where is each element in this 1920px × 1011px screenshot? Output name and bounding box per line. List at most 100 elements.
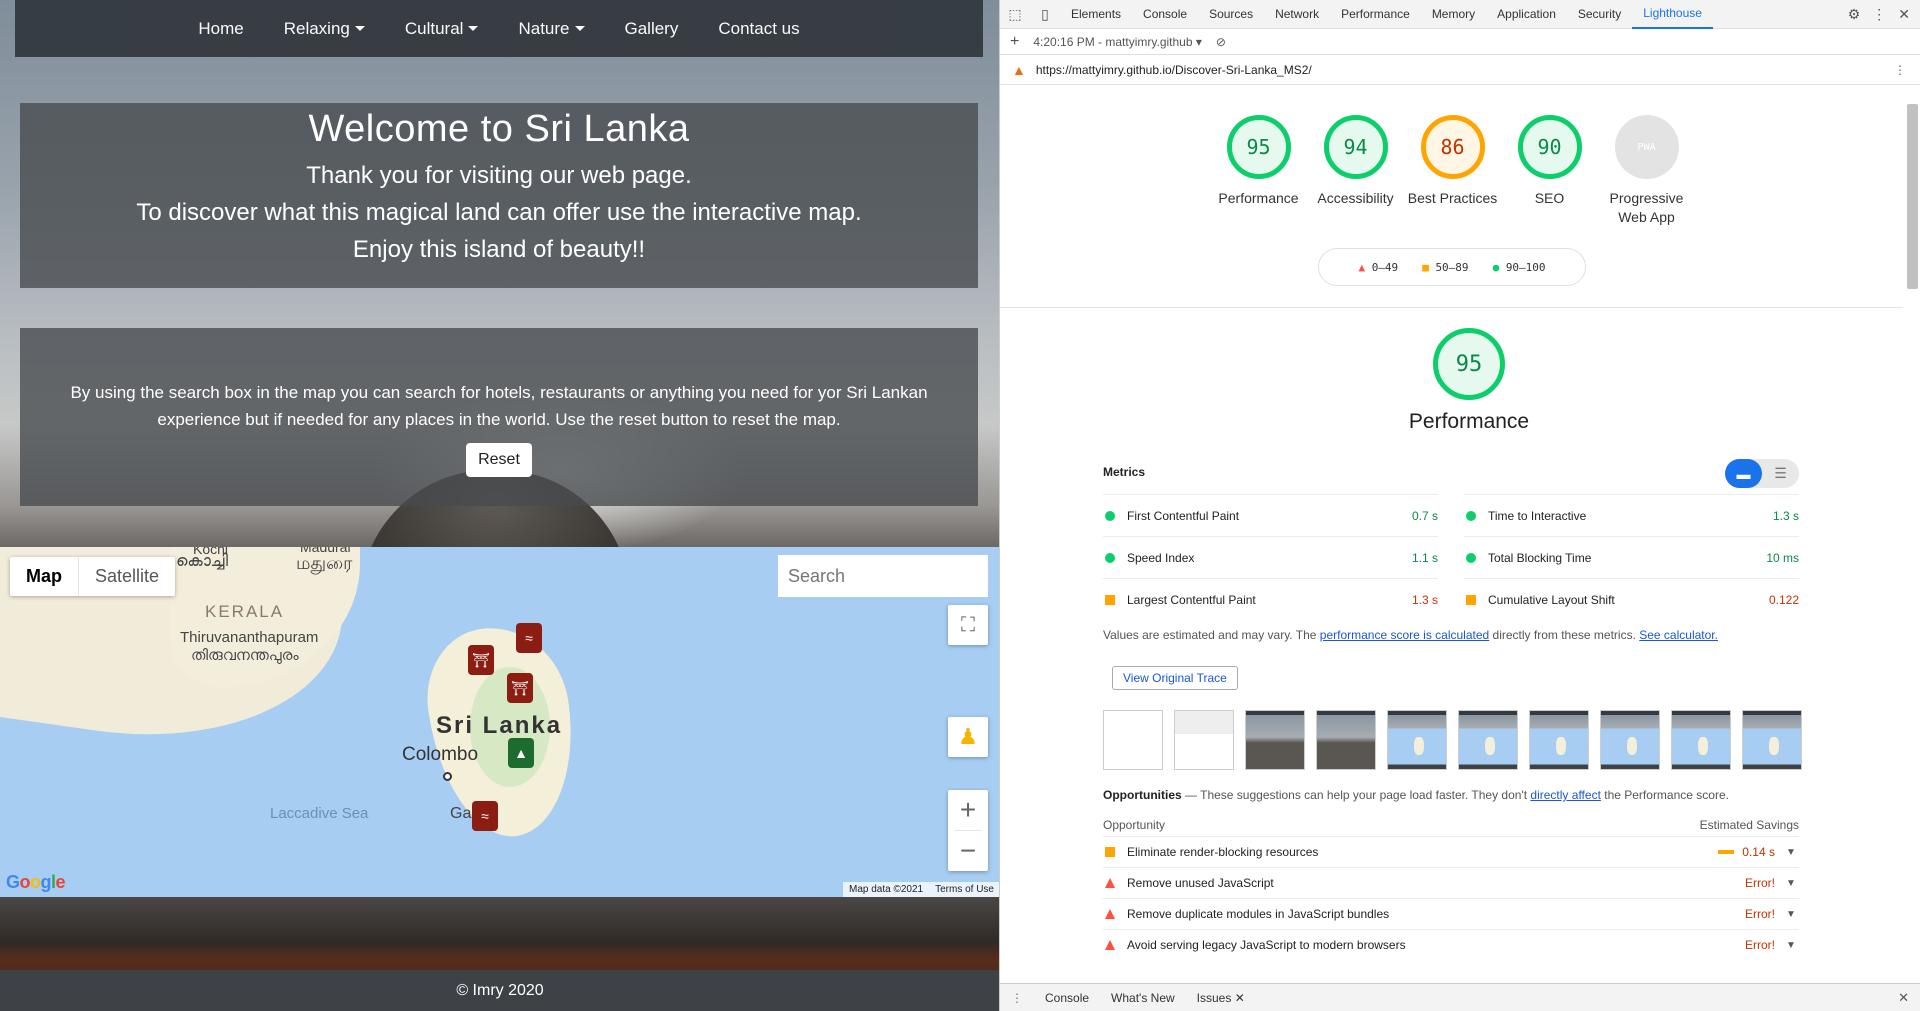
directly-affect-link[interactable]: directly affect [1530, 788, 1600, 802]
nav-nature-dropdown[interactable]: Nature [498, 19, 604, 39]
site-navbar: Home Relaxing Cultural Nature Gallery Co… [15, 0, 983, 57]
devtools-tab-elements[interactable]: Elements [1060, 0, 1132, 29]
lighthouse-icon: ▲ [1012, 61, 1026, 78]
opportunity-row[interactable]: Remove duplicate modules in JavaScript b… [1103, 898, 1799, 929]
google-map[interactable]: Kochi കൊച്ചി Madurai மதுரை KERALA Thiruv… [0, 547, 1000, 897]
opportunity-row[interactable]: Remove unused JavaScript Error! ▼ [1103, 867, 1799, 898]
devtools-tabbar: ⬚ ▯ Elements Console Sources Network Perform… [1000, 0, 1920, 29]
metric-row: Largest Contentful Paint 1.3 s [1103, 578, 1438, 620]
devtools-drawer: ⋮ Console What's New Issues ✕ ✕ [1000, 983, 1920, 1011]
report-menu-icon[interactable]: ⋮ [1894, 63, 1920, 77]
map-terms-link[interactable]: Terms of Use [935, 884, 994, 895]
report-selector[interactable]: 4:20:16 PM - mattyimry.github ▾ [1033, 35, 1202, 49]
metric-label: First Contentful Paint [1127, 508, 1240, 523]
score-label: Accessibility [1317, 190, 1394, 206]
drawer-tab-console[interactable]: Console [1034, 991, 1100, 1005]
devtools-tab-memory[interactable]: Memory [1421, 0, 1486, 29]
map-label-colombo: Colombo [402, 744, 479, 765]
opportunity-savings: Error! [1745, 907, 1775, 921]
nav-cultural-dropdown[interactable]: Cultural [385, 19, 499, 39]
devtools-tab-console[interactable]: Console [1132, 0, 1198, 29]
drawer-menu-icon[interactable]: ⋮ [1000, 991, 1034, 1005]
close-drawer-icon[interactable]: ✕ [1898, 990, 1920, 1006]
welcome-line-2: To discover what this magical land can o… [136, 199, 862, 226]
map-marker-nature[interactable]: ▲ [508, 738, 534, 768]
website-viewport: Home Relaxing Cultural Nature Gallery Co… [0, 0, 1000, 1011]
drawer-tab-whats-new[interactable]: What's New [1100, 991, 1186, 1005]
filmstrip-frame [1245, 710, 1305, 770]
pass-circle-icon: ● [1492, 260, 1500, 274]
devtools-tab-performance[interactable]: Performance [1330, 0, 1421, 29]
map-type-map-button[interactable]: Map [10, 557, 79, 596]
devtools-tab-security[interactable]: Security [1567, 0, 1632, 29]
map-marker-beach[interactable]: ≈ [516, 623, 542, 653]
metric-status-icon [1466, 510, 1476, 521]
score-gauge-seo[interactable]: 90 SEO [1501, 115, 1598, 227]
opportunity-savings: Error! [1745, 876, 1775, 890]
score-gauge-best-practices[interactable]: 86 Best Practices [1404, 115, 1501, 227]
map-marker-temple[interactable]: ⛩ [468, 645, 494, 675]
filmstrip-frame [1387, 710, 1447, 770]
report-url[interactable]: https://mattyimry.github.io/Discover-Sri… [1036, 63, 1312, 77]
zoom-in-icon[interactable]: + [948, 790, 988, 830]
chevron-down-icon[interactable]: ▼ [1783, 909, 1799, 920]
fullscreen-icon[interactable]: ⛶ [948, 605, 988, 645]
device-toolbar-icon[interactable]: ▯ [1030, 6, 1060, 23]
filmstrip-frame [1742, 710, 1802, 770]
performance-score-ring: 95 [1433, 328, 1505, 400]
clear-reports-icon[interactable]: ⊘ [1216, 35, 1226, 49]
devtools-tab-lighthouse[interactable]: Lighthouse [1632, 0, 1713, 29]
settings-gear-icon[interactable]: ⚙ [1848, 6, 1861, 23]
opportunities-list: Eliminate render-blocking resources 0.14 … [1103, 836, 1799, 960]
score-gauge-progressive-web-app[interactable]: PWA Progressive Web App [1598, 115, 1695, 227]
metric-value: 1.3 s [1411, 592, 1438, 607]
score-gauge-performance[interactable]: 95 Performance [1210, 115, 1307, 227]
inspect-element-icon[interactable]: ⬚ [1000, 6, 1030, 23]
score-calculated-link[interactable]: performance score is calculated [1320, 628, 1489, 642]
fail-triangle-icon [1105, 940, 1115, 950]
metric-label: Total Blocking Time [1488, 550, 1592, 565]
metric-value: 1.1 s [1411, 550, 1438, 565]
map-type-satellite-button[interactable]: Satellite [79, 557, 175, 596]
chevron-down-icon[interactable]: ▼ [1783, 847, 1799, 858]
expanded-view-icon[interactable]: ☰ [1762, 459, 1799, 488]
map-marker-beach[interactable]: ≈ [472, 801, 498, 831]
caret-down-icon [574, 25, 585, 31]
close-devtools-icon[interactable]: ✕ [1898, 6, 1910, 23]
report-scrollbar[interactable] [1907, 104, 1918, 289]
filmstrip-frame [1600, 710, 1660, 770]
score-ring: 95 [1226, 115, 1291, 179]
zoom-out-icon[interactable]: − [948, 831, 988, 871]
new-report-icon[interactable]: + [1010, 33, 1019, 51]
view-original-trace-button[interactable]: View Original Trace [1112, 666, 1238, 690]
map-search-input[interactable] [778, 555, 988, 597]
devtools-tab-network[interactable]: Network [1264, 0, 1330, 29]
compact-view-icon[interactable]: ▬ [1725, 459, 1762, 488]
metric-value: 10 ms [1766, 550, 1799, 565]
see-calculator-link[interactable]: See calculator. [1639, 628, 1718, 642]
devtools-tab-application[interactable]: Application [1486, 0, 1567, 29]
chevron-down-icon[interactable]: ▼ [1783, 878, 1799, 889]
map-marker-temple[interactable]: ⛩ [507, 673, 533, 703]
score-ring: 94 [1323, 115, 1388, 179]
nav-home[interactable]: Home [178, 19, 263, 39]
close-icon[interactable]: ✕ [1235, 991, 1245, 1005]
nav-gallery[interactable]: Gallery [605, 19, 699, 39]
map-label-kerala: KERALA [205, 602, 285, 621]
pegman-icon[interactable]: ♟ [948, 717, 988, 757]
reset-button[interactable]: Reset [466, 443, 532, 477]
metric-label: Largest Contentful Paint [1127, 592, 1256, 607]
chevron-down-icon[interactable]: ▼ [1783, 940, 1799, 951]
metric-status-icon [1105, 552, 1115, 563]
more-options-icon[interactable]: ⋮ [1872, 6, 1886, 23]
opportunity-row[interactable]: Avoid serving legacy JavaScript to moder… [1103, 929, 1799, 960]
score-gauge-accessibility[interactable]: 94 Accessibility [1307, 115, 1404, 227]
devtools-tab-sources[interactable]: Sources [1198, 0, 1264, 29]
nav-contact[interactable]: Contact us [698, 19, 819, 39]
opportunity-savings: Error! [1745, 938, 1775, 952]
nav-relaxing-dropdown[interactable]: Relaxing [264, 19, 385, 39]
performance-gauge-large[interactable]: 95 Performance [1409, 328, 1529, 434]
opportunity-row[interactable]: Eliminate render-blocking resources 0.14 … [1103, 836, 1799, 867]
zoom-control: + − [948, 790, 988, 871]
drawer-tab-issues[interactable]: Issues ✕ [1186, 991, 1256, 1005]
